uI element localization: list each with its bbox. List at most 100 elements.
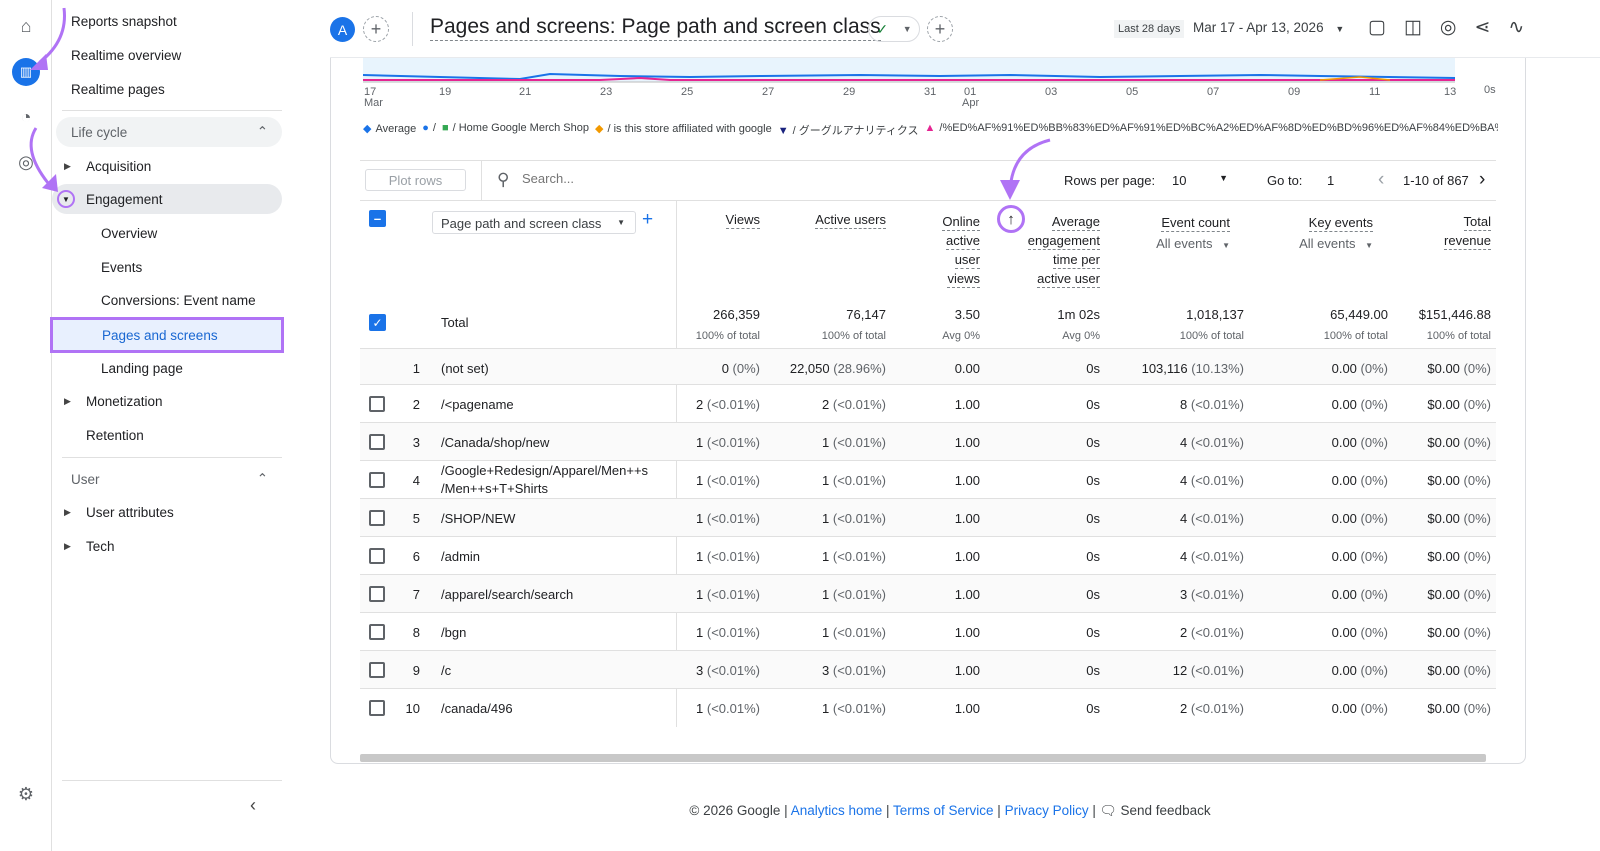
row-cell: 1.00 bbox=[955, 689, 980, 727]
row-page-path[interactable]: /Google+Redesign/Apparel/Men++s/Men++s+T… bbox=[441, 461, 648, 499]
sidebar-item-retention[interactable]: Retention bbox=[52, 420, 282, 450]
header-average-engagement-time[interactable]: Average engagement time per active user bbox=[1027, 212, 1100, 288]
sidebar-item-realtime-overview[interactable]: Realtime overview bbox=[71, 40, 301, 70]
insights-icon[interactable]: ◎ bbox=[1440, 16, 1457, 39]
total-sub: Avg 0% bbox=[942, 330, 980, 342]
row-page-path[interactable]: /SHOP/NEW bbox=[441, 499, 515, 537]
percent: (0%) bbox=[1463, 548, 1491, 564]
status-dropdown[interactable]: ✓ ▼ bbox=[868, 16, 920, 42]
total-value: $151,446.88 bbox=[1418, 307, 1491, 322]
table-row[interactable]: 3/Canada/shop/new 1 (<0.01%) 1 (<0.01%) 1.0… bbox=[360, 422, 1496, 460]
legend-item[interactable]: ◆ / is this store affiliated with google bbox=[595, 122, 772, 138]
legend-item[interactable]: ◆ Average bbox=[363, 122, 416, 138]
row-cell: 1 (<0.01%) bbox=[696, 461, 760, 499]
row-page-path[interactable]: /<pagename bbox=[441, 385, 514, 423]
row-page-path[interactable]: /Canada/shop/new bbox=[441, 423, 549, 461]
next-page-icon[interactable]: › bbox=[1479, 169, 1485, 191]
legend-item[interactable]: ■ / Home Google Merch Shop bbox=[442, 122, 589, 138]
dimension-select[interactable]: Page path and screen class ▼ bbox=[432, 211, 636, 234]
row-page-path[interactable]: /apparel/search/search bbox=[441, 575, 573, 613]
header-views[interactable]: Views bbox=[725, 212, 760, 229]
prev-page-icon[interactable]: ‹ bbox=[1378, 169, 1384, 191]
advertising-icon[interactable]: ◎ bbox=[12, 148, 40, 176]
legend-item[interactable]: ● / bbox=[422, 122, 436, 138]
sort-ascending-icon[interactable]: ↑ bbox=[997, 205, 1025, 233]
table-row[interactable]: 1 (not set) 0 (0%) 22,050 (28.96%) 0.00 0s 103… bbox=[360, 348, 1496, 384]
plot-rows-button[interactable]: Plot rows bbox=[365, 169, 466, 191]
table-row[interactable]: 8/bgn 1 (<0.01%) 1 (<0.01%) 1.00 0s 2 (<0.01%… bbox=[360, 612, 1496, 650]
sidebar-item-acquisition[interactable]: ▶ Acquisition bbox=[52, 151, 282, 181]
sidebar-item-landing-page[interactable]: Landing page bbox=[52, 353, 282, 383]
row-page-path[interactable]: /admin bbox=[441, 537, 480, 575]
sidebar-item-engagement[interactable]: ▼ Engagement bbox=[52, 184, 282, 214]
value: 4 bbox=[1180, 548, 1188, 564]
row-number: 1 bbox=[412, 360, 420, 376]
total-sub: 100% of total bbox=[821, 330, 886, 342]
trend-icon[interactable]: ∿ bbox=[1508, 16, 1524, 39]
table-row[interactable]: 9/c 3 (<0.01%) 3 (<0.01%) 1.00 0s 12 (<0.01%)… bbox=[360, 650, 1496, 688]
select-all-checkbox[interactable]: – bbox=[369, 210, 386, 227]
sidebar-item-realtime-pages[interactable]: Realtime pages bbox=[71, 74, 301, 104]
table-row[interactable]: 4/Google+Redesign/Apparel/Men++s/Men++s+… bbox=[360, 460, 1496, 498]
header-online-active-user-views[interactable]: Online active user views bbox=[942, 212, 980, 288]
search-input[interactable] bbox=[522, 171, 722, 186]
legend-item[interactable]: ▼ / グーグルアナリティクス bbox=[778, 122, 919, 138]
total-checkbox[interactable]: ✓ bbox=[369, 314, 386, 331]
pagination-range: 1-10 of 867 bbox=[1403, 173, 1469, 188]
reports-icon[interactable]: ▥ bbox=[12, 58, 40, 86]
table-row[interactable]: 10/canada/496 1 (<0.01%) 1 (<0.01%) 1.00 0s 2… bbox=[360, 688, 1496, 726]
avatar[interactable]: A bbox=[330, 17, 355, 42]
share-icon[interactable]: ⋖ bbox=[1475, 16, 1491, 39]
page-title[interactable]: Pages and screens: Page path and screen … bbox=[430, 15, 881, 41]
row-page-path[interactable]: (not set) bbox=[441, 349, 489, 387]
table-row[interactable]: 2/<pagename 2 (<0.01%) 2 (<0.01%) 1.00 0s 8 (… bbox=[360, 384, 1496, 422]
table-row[interactable]: 7/apparel/search/search 1 (<0.01%) 1 (<0.0… bbox=[360, 574, 1496, 612]
compare-icon[interactable]: ◫ bbox=[1404, 16, 1422, 39]
home-icon[interactable]: ⌂ bbox=[12, 12, 40, 40]
sidebar-item-pages-and-screens[interactable]: Pages and screens bbox=[50, 317, 284, 353]
sidebar-item-user-attributes[interactable]: ▶ User attributes bbox=[52, 497, 282, 527]
horizontal-scrollbar[interactable] bbox=[360, 754, 1486, 762]
sidebar-section-user[interactable]: User ⌃ bbox=[52, 464, 282, 494]
event-filter[interactable]: All events bbox=[1156, 236, 1212, 251]
sidebar-item-overview[interactable]: Overview bbox=[52, 218, 282, 248]
header-event-count[interactable]: Event count All events ▼ bbox=[1156, 212, 1230, 256]
sidebar-item-monetization[interactable]: ▶ Monetization bbox=[52, 386, 282, 416]
month-label-apr: Apr bbox=[962, 97, 980, 109]
add-button[interactable]: + bbox=[927, 16, 953, 42]
footer: © 2026 Google | Analytics home | Terms o… bbox=[689, 803, 1211, 818]
date-range-picker[interactable]: Mar 17 - Apr 13, 2026 ▼ bbox=[1193, 20, 1344, 35]
label: Monetization bbox=[86, 393, 163, 409]
analytics-home-link[interactable]: Analytics home bbox=[791, 803, 883, 818]
row-cell: $0.00 (0%) bbox=[1427, 689, 1491, 727]
value: 0.00 bbox=[1331, 662, 1357, 678]
edit-report-icon[interactable]: ▢ bbox=[1368, 16, 1386, 39]
header-active-users[interactable]: Active users bbox=[815, 212, 886, 229]
rows-per-page-select[interactable]: 10 ▼ bbox=[1172, 173, 1228, 188]
add-dimension-button[interactable]: + bbox=[642, 209, 653, 231]
terms-link[interactable]: Terms of Service bbox=[893, 803, 994, 818]
sidebar-item-tech[interactable]: ▶ Tech bbox=[52, 531, 282, 561]
row-page-path[interactable]: /c bbox=[441, 651, 451, 689]
send-feedback-link[interactable]: Send feedback bbox=[1121, 803, 1211, 818]
key-event-filter[interactable]: All events bbox=[1299, 236, 1355, 251]
row-page-path[interactable]: /bgn bbox=[441, 613, 466, 651]
sidebar-item-events[interactable]: Events bbox=[52, 252, 282, 282]
percent: (0%) bbox=[1463, 624, 1491, 640]
sidebar-section-life-cycle[interactable]: Life cycle ⌃ bbox=[56, 117, 282, 147]
row-cell: 2 (<0.01%) bbox=[1180, 689, 1244, 727]
sidebar-item-conversions[interactable]: Conversions: Event name bbox=[52, 285, 282, 315]
row-page-path[interactable]: /canada/496 bbox=[441, 689, 513, 727]
header-key-events[interactable]: Key events All events ▼ bbox=[1299, 212, 1373, 256]
explore-icon[interactable]: ◔ bbox=[12, 103, 40, 131]
table-row[interactable]: 5/SHOP/NEW 1 (<0.01%) 1 (<0.01%) 1.00 0s 4 (<… bbox=[360, 498, 1496, 536]
percent: (<0.01%) bbox=[1190, 586, 1244, 602]
header-total-revenue[interactable]: Total revenue bbox=[1444, 212, 1491, 250]
add-comparison-button[interactable]: + bbox=[363, 16, 389, 42]
value: 0.00 bbox=[1331, 472, 1357, 488]
sidebar-item-reports-snapshot[interactable]: Reports snapshot bbox=[71, 6, 301, 36]
privacy-link[interactable]: Privacy Policy bbox=[1005, 803, 1089, 818]
legend-item[interactable]: ▲/%ED%AF%91%ED%BB%83%ED%AF%91%ED%BC%A2%E… bbox=[925, 122, 1498, 138]
goto-input[interactable]: 1 bbox=[1327, 173, 1334, 188]
table-row[interactable]: 6/admin 1 (<0.01%) 1 (<0.01%) 1.00 0s 4 (<0.0… bbox=[360, 536, 1496, 574]
